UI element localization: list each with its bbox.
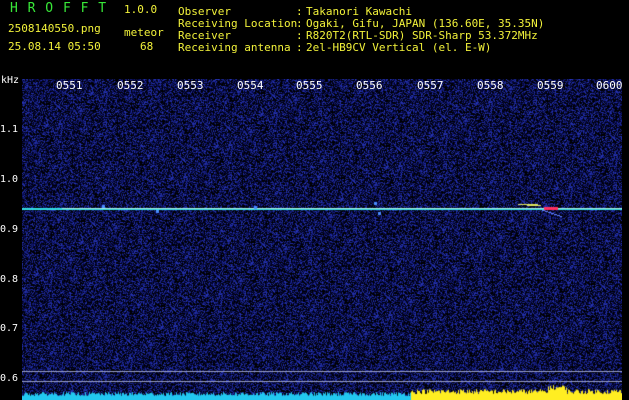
y-tick-0-6: 0.6 [0,373,19,384]
app-version: 1.0.0 [124,3,158,16]
y-tick-0-7: 0.7 [0,323,19,334]
y-tick-1-1: 1.1 [0,124,19,135]
antenna-value: 2el-HB9CV Vertical (el. E-W) [306,41,492,54]
file-name: 2508140550.png [8,22,101,35]
antenna-sep: : [296,41,303,54]
antenna-label: Receiving antenna [178,41,291,54]
meteor-label: meteor [124,26,164,39]
unit-label: kHz [1,75,20,86]
x-tick-0555: 0555 [296,79,323,92]
x-tick-0553: 0553 [177,79,204,92]
app-title: H R O F F T [10,1,108,16]
meteor-count: 68 [140,40,154,53]
file-datetime: 25.08.14 05:50 [8,40,101,53]
spectrogram [22,79,622,400]
y-tick-0-8: 0.8 [0,274,19,285]
x-tick-0554: 0554 [237,79,264,92]
x-tick-0558: 0558 [477,79,504,92]
y-tick-1-0: 1.0 [0,174,19,185]
x-tick-0600: 0600 [596,79,623,92]
x-tick-0559: 0559 [537,79,564,92]
y-tick-0-9: 0.9 [0,224,19,235]
x-tick-0556: 0556 [356,79,383,92]
x-tick-0552: 0552 [117,79,144,92]
x-tick-0557: 0557 [417,79,444,92]
x-tick-0551: 0551 [56,79,83,92]
